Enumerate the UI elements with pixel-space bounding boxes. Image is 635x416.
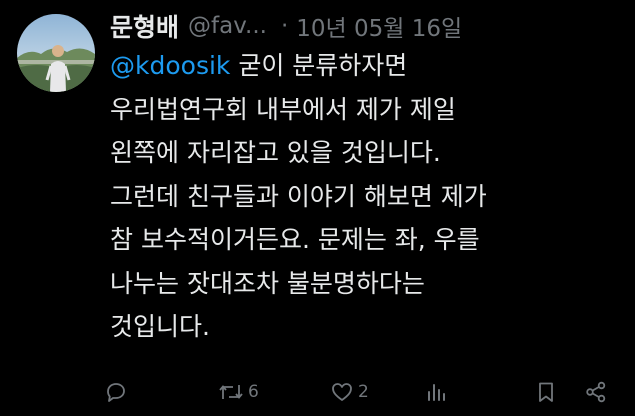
views-icon — [428, 384, 445, 401]
tweet-header: 문형배 @fav... · 10년 05월 16일 — [110, 8, 627, 44]
retweet-button[interactable]: 6 — [218, 380, 259, 404]
tweet-line: 왼쪽에 자리잡고 있을 것입니다. — [110, 138, 441, 167]
like-button[interactable]: 2 — [330, 380, 369, 404]
retweet-icon — [219, 385, 243, 399]
heart-icon — [332, 383, 352, 401]
bookmark-icon — [539, 382, 553, 402]
tweet-line: 나누는 잣대조차 불분명하다는 — [110, 268, 425, 298]
reply-button[interactable] — [104, 380, 128, 404]
display-name[interactable]: 문형배 — [110, 8, 179, 44]
like-count: 2 — [358, 382, 369, 402]
tweet-line: 우리법연구회 내부에서 제가 제일 — [110, 94, 456, 124]
separator-dot: · — [280, 13, 289, 39]
tweet-date[interactable]: 10년 05월 16일 — [296, 9, 462, 43]
mention-link[interactable]: @kdoosik — [110, 51, 230, 80]
tweet-line: @kdoosik 굳이 분류하자면 — [110, 44, 625, 88]
tweet[interactable]: 문형배 @fav... · 10년 05월 16일 @kdoosik 굳이 분류… — [0, 0, 635, 416]
tweet-line: 것입니다. — [110, 312, 210, 341]
avatar-photo — [17, 14, 95, 92]
share-icon — [586, 381, 606, 403]
tweet-line-text: 굳이 분류하자면 — [230, 51, 408, 80]
reply-icon — [107, 383, 125, 402]
tweet-line: 참 보수적이거든요. 문제는 좌, 우를 — [110, 225, 480, 254]
user-handle[interactable]: @fav... — [188, 13, 267, 39]
avatar[interactable] — [17, 14, 95, 92]
bookmark-button[interactable] — [534, 380, 558, 404]
retweet-count: 6 — [248, 382, 259, 402]
views-button[interactable] — [424, 380, 448, 404]
tweet-line: 그런데 친구들과 이야기 해보면 제가 — [110, 181, 487, 211]
share-button[interactable] — [584, 380, 608, 404]
action-bar: 6 2 — [0, 372, 635, 412]
tweet-text: @kdoosik 굳이 분류하자면 우리법연구회 내부에서 제가 제일 왼쪽에 … — [110, 44, 625, 349]
